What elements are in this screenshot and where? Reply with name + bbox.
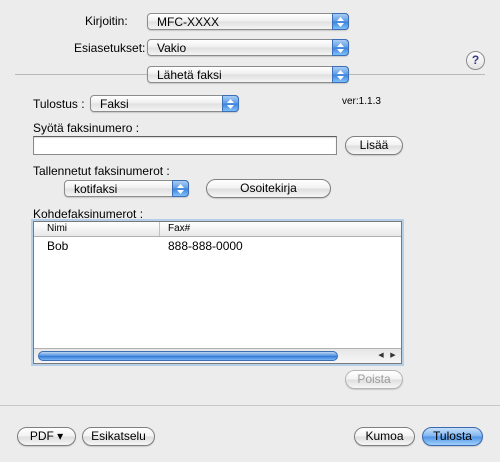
- destinations-label: Kohdefaksinumerot :: [33, 207, 144, 221]
- pdf-button[interactable]: PDF ▾: [17, 427, 76, 446]
- help-button[interactable]: ?: [466, 51, 485, 70]
- updown-arrows-icon: [222, 95, 239, 112]
- add-button[interactable]: Lisää: [345, 136, 403, 155]
- output-label: Tulostus :: [33, 97, 85, 111]
- updown-arrows-icon: [172, 180, 189, 197]
- scroll-left-icon[interactable]: ◀: [375, 350, 387, 362]
- printer-label: Kirjoitin:: [85, 14, 128, 28]
- column-header-fax[interactable]: Fax#: [168, 223, 190, 234]
- stored-numbers-value: kotifaksi: [74, 182, 118, 196]
- updown-arrows-icon: [332, 39, 349, 56]
- stored-numbers-popup[interactable]: kotifaksi: [64, 180, 189, 197]
- address-book-button[interactable]: Osoitekirja: [206, 179, 331, 198]
- row-fax: 888-888-0000: [168, 239, 243, 253]
- table-row[interactable]: Bob 888-888-0000: [34, 238, 401, 254]
- column-header-name[interactable]: Nimi: [47, 223, 67, 234]
- presets-popup[interactable]: Vakio: [147, 39, 349, 56]
- preview-button[interactable]: Esikatselu: [82, 427, 155, 446]
- cancel-button[interactable]: Kumoa: [354, 427, 415, 446]
- updown-arrows-icon: [332, 13, 349, 30]
- column-divider: [159, 222, 160, 236]
- table-header: Nimi Fax#: [34, 222, 401, 237]
- print-button[interactable]: Tulosta: [422, 427, 483, 446]
- presets-value: Vakio: [157, 41, 187, 55]
- printer-popup[interactable]: MFC-XXXX: [147, 13, 349, 30]
- presets-label: Esiasetukset:: [74, 41, 146, 55]
- row-name: Bob: [47, 239, 69, 253]
- fax-number-input[interactable]: [33, 136, 337, 155]
- updown-arrows-icon: [332, 66, 349, 83]
- destinations-table[interactable]: Nimi Fax# Bob 888-888-0000 ◀ ▶: [31, 219, 404, 366]
- version-label: ver:1.1.3: [342, 96, 381, 107]
- scroll-right-icon[interactable]: ▶: [387, 350, 399, 362]
- footer-separator: [0, 405, 500, 406]
- output-value: Faksi: [100, 97, 129, 111]
- printer-value: MFC-XXXX: [157, 15, 220, 29]
- horizontal-scrollbar[interactable]: ◀ ▶: [34, 348, 401, 363]
- scrollbar-thumb[interactable]: [38, 351, 338, 361]
- remove-button[interactable]: Poista: [345, 370, 403, 389]
- panel-value: Lähetä faksi: [157, 68, 222, 82]
- output-popup[interactable]: Faksi: [90, 95, 239, 112]
- panel-popup[interactable]: Lähetä faksi: [147, 66, 349, 83]
- fax-number-label: Syötä faksinumero :: [33, 121, 140, 135]
- stored-numbers-label: Tallennetut faksinumerot :: [33, 164, 170, 178]
